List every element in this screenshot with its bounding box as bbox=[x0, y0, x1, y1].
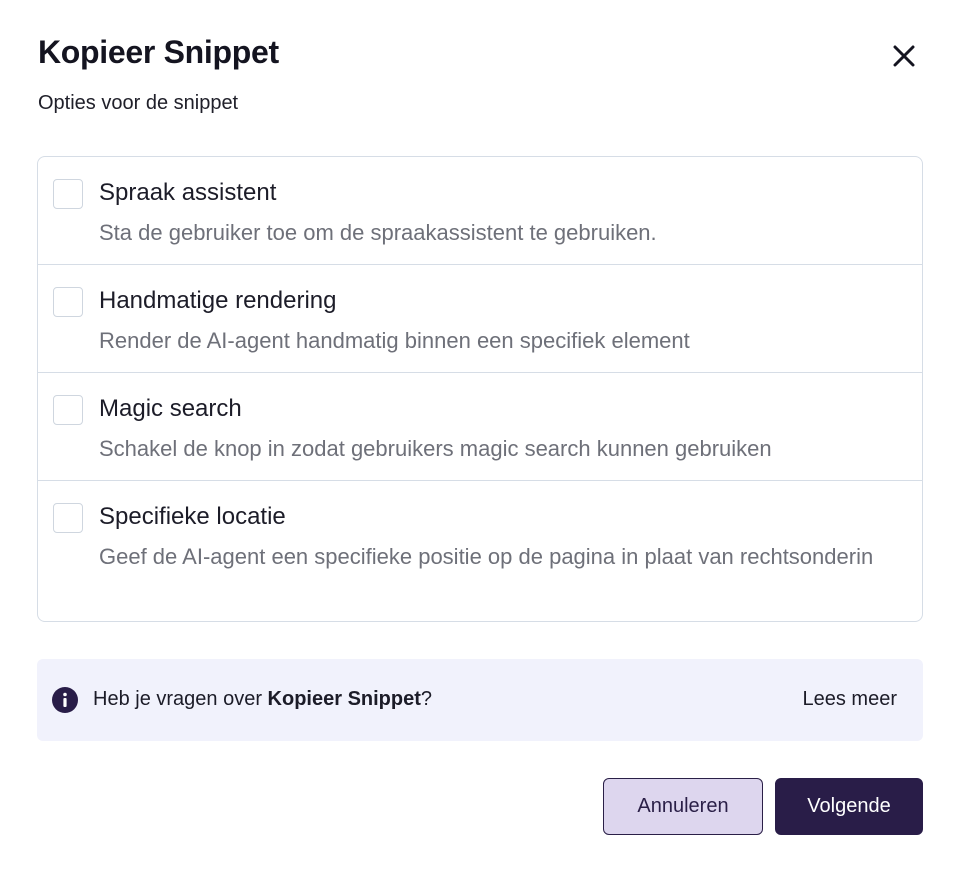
close-button[interactable] bbox=[884, 36, 924, 76]
option-label: Magic search bbox=[99, 395, 242, 422]
option-description: Sta de gebruiker toe om de spraakassiste… bbox=[99, 220, 657, 245]
read-more-link[interactable]: Lees meer bbox=[803, 688, 898, 711]
info-text: Heb je vragen over Kopieer Snippet? bbox=[93, 688, 432, 711]
info-text-before: Heb je vragen over bbox=[93, 688, 268, 710]
option-label: Specifieke locatie bbox=[99, 503, 286, 530]
info-banner: Heb je vragen over Kopieer Snippet? Lees… bbox=[37, 659, 923, 741]
dialog-subtitle: Opties voor de snippet bbox=[38, 92, 239, 114]
option-description: Geef de AI-agent een specifieke positie … bbox=[99, 544, 874, 569]
option-label: Spraak assistent bbox=[99, 179, 277, 206]
option-description: Render de AI-agent handmatig binnen een … bbox=[99, 328, 690, 353]
checkbox-handmatige-rendering[interactable] bbox=[53, 287, 83, 317]
checkbox-magic-search[interactable] bbox=[53, 395, 83, 425]
option-handmatige-rendering: Handmatige rendering Render de AI-agent … bbox=[38, 265, 922, 373]
next-button[interactable]: Volgende bbox=[775, 778, 923, 835]
info-icon bbox=[52, 687, 78, 713]
checkbox-spraak-assistent[interactable] bbox=[53, 179, 83, 209]
option-magic-search: Magic search Schakel de knop in zodat ge… bbox=[38, 373, 922, 481]
options-list: Spraak assistent Sta de gebruiker toe om… bbox=[37, 156, 923, 622]
info-text-after: ? bbox=[420, 688, 433, 710]
close-icon bbox=[893, 45, 915, 67]
copy-snippet-dialog: Kopieer Snippet Opties voor de snippet S… bbox=[0, 0, 960, 872]
option-specifieke-locatie: Specifieke locatie Geef de AI-agent een … bbox=[38, 481, 922, 621]
dialog-title: Kopieer Snippet bbox=[38, 34, 279, 70]
info-text-bold: Kopieer Snippet bbox=[267, 688, 421, 710]
cancel-button[interactable]: Annuleren bbox=[603, 778, 763, 835]
option-description: Schakel de knop in zodat gebruikers magi… bbox=[99, 436, 772, 461]
option-label: Handmatige rendering bbox=[99, 287, 337, 314]
option-spraak-assistent: Spraak assistent Sta de gebruiker toe om… bbox=[38, 157, 922, 265]
checkbox-specifieke-locatie[interactable] bbox=[53, 503, 83, 533]
